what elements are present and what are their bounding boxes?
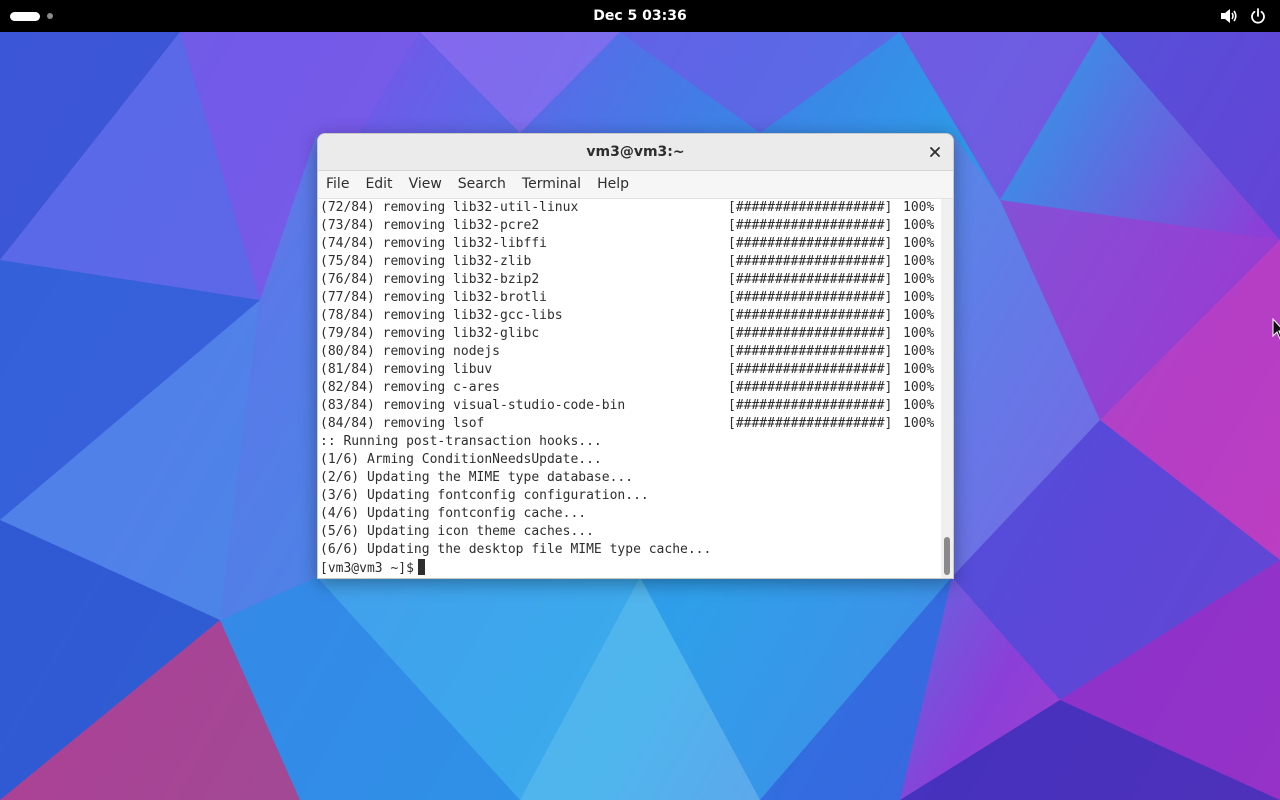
terminal-line: (79/84) removing lib32-glibc [###########… <box>320 326 935 341</box>
terminal-text-area[interactable]: (72/84) removing lib32-util-linux [######… <box>318 199 953 578</box>
mouse-pointer-icon <box>1272 318 1280 340</box>
scrollbar-thumb[interactable] <box>944 537 950 575</box>
top-bar: Dec 5 03:36 <box>0 0 1280 32</box>
system-tray[interactable] <box>1220 0 1266 32</box>
terminal-line: (4/6) Updating fontconfig cache... <box>320 506 587 521</box>
terminal-prompt-line[interactable]: [vm3@vm3 ~]$ <box>320 559 940 577</box>
terminal-line: (2/6) Updating the MIME type database... <box>320 470 634 485</box>
menu-terminal[interactable]: Terminal <box>514 171 589 198</box>
shell-prompt: [vm3@vm3 ~]$ <box>320 561 414 576</box>
terminal-line: (81/84) removing libuv [#################… <box>320 362 935 377</box>
terminal-line: (84/84) removing lsof [##################… <box>320 416 935 431</box>
terminal-line: (76/84) removing lib32-bzip2 [###########… <box>320 272 935 287</box>
terminal-line: (78/84) removing lib32-gcc-libs [########… <box>320 308 935 323</box>
terminal-line: (1/6) Arming ConditionNeedsUpdate... <box>320 452 602 467</box>
desktop: Dec 5 03:36 vm3@vm3:~ File Edit View Sea… <box>0 0 1280 800</box>
activities-indicator[interactable] <box>10 9 53 23</box>
terminal-line: (72/84) removing lib32-util-linux [######… <box>320 200 935 215</box>
close-button[interactable] <box>925 142 945 162</box>
terminal-line: (3/6) Updating fontconfig configuration.… <box>320 488 649 503</box>
window-titlebar[interactable]: vm3@vm3:~ <box>318 134 953 171</box>
workspace-active-indicator <box>10 11 40 21</box>
workspace-inactive-indicator <box>47 13 53 19</box>
close-icon <box>930 147 940 157</box>
menu-search[interactable]: Search <box>450 171 514 198</box>
terminal-line: (83/84) removing visual-studio-code-bin[… <box>320 398 935 413</box>
text-cursor <box>417 559 425 575</box>
menu-help[interactable]: Help <box>589 171 637 198</box>
terminal-line: (6/6) Updating the desktop file MIME typ… <box>320 542 712 557</box>
menu-file[interactable]: File <box>318 171 357 198</box>
clock[interactable]: Dec 5 03:36 <box>540 0 740 32</box>
vertical-scrollbar[interactable] <box>941 199 953 578</box>
window-title: vm3@vm3:~ <box>586 144 685 160</box>
terminal-line: (5/6) Updating icon theme caches... <box>320 524 594 539</box>
volume-icon[interactable] <box>1220 8 1238 24</box>
terminal-line: (75/84) removing lib32-zlib [############… <box>320 254 935 269</box>
terminal-line: (77/84) removing lib32-brotli [##########… <box>320 290 935 305</box>
menu-view[interactable]: View <box>401 171 450 198</box>
menu-edit[interactable]: Edit <box>357 171 400 198</box>
terminal-line: (74/84) removing lib32-libffi [##########… <box>320 236 935 251</box>
terminal-window[interactable]: vm3@vm3:~ File Edit View Search Terminal… <box>317 133 954 579</box>
terminal-line: (82/84) removing c-ares [################… <box>320 380 935 395</box>
terminal-line: (80/84) removing nodejs [################… <box>320 344 935 359</box>
terminal-line: :: Running post-transaction hooks... <box>320 434 602 449</box>
terminal-output: (72/84) removing lib32-util-linux [######… <box>320 199 940 578</box>
terminal-line: (73/84) removing lib32-pcre2 [###########… <box>320 218 935 233</box>
menu-bar: File Edit View Search Terminal Help <box>318 171 953 199</box>
power-icon[interactable] <box>1250 8 1266 24</box>
